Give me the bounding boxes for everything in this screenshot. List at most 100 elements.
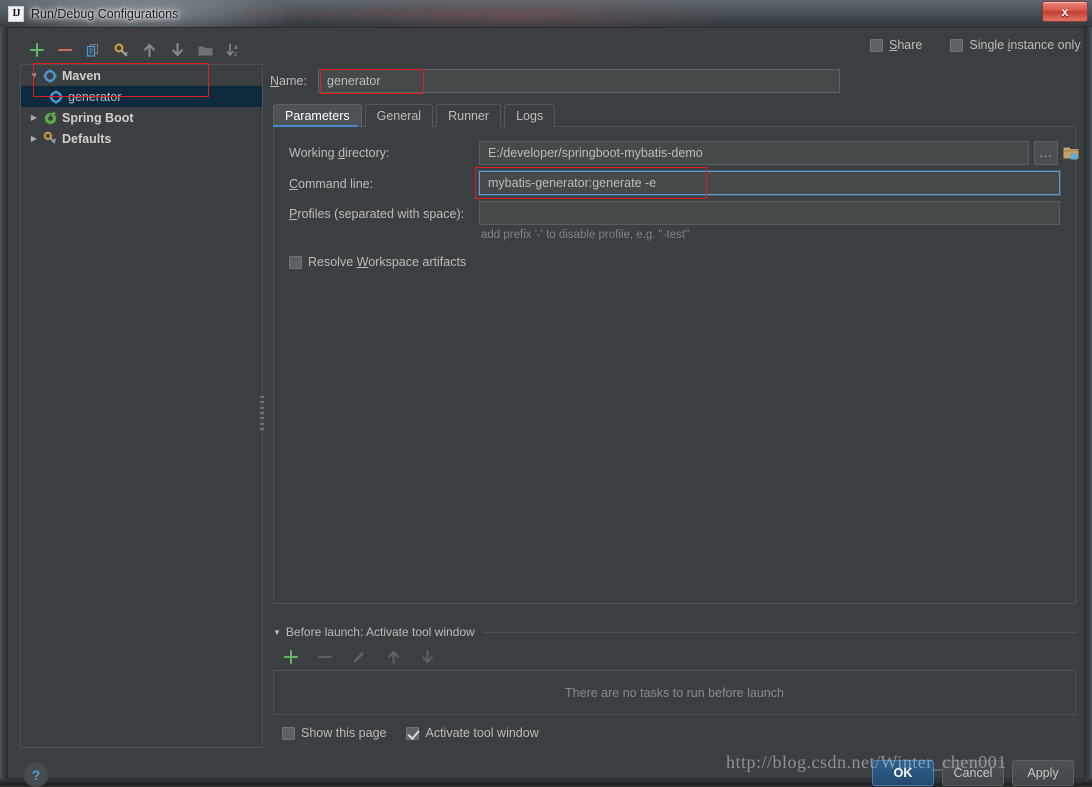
- tab-runner[interactable]: Runner: [436, 104, 502, 127]
- name-input[interactable]: [318, 69, 840, 93]
- working-directory-browse-button[interactable]: ...: [1034, 141, 1058, 165]
- spring-boot-icon: [41, 110, 59, 126]
- add-task-button[interactable]: [280, 646, 302, 668]
- tab-label: Logs: [516, 109, 544, 123]
- checkbox-box: [282, 726, 295, 740]
- checkbox-box: [406, 726, 420, 740]
- tree-item-label: Maven: [62, 68, 101, 83]
- tab-label: Runner: [448, 109, 490, 123]
- tree-toolbar: a z: [20, 36, 263, 64]
- before-launch-title: Before launch: Activate tool window: [285, 625, 475, 639]
- help-button[interactable]: ?: [24, 763, 48, 787]
- folder-open-icon[interactable]: [1062, 141, 1080, 165]
- command-line-input[interactable]: [479, 171, 1060, 195]
- splitter-grip: [260, 396, 264, 430]
- dialog-content: a z ▼ Maven generator ▶ Spring Boot ▶ De…: [7, 27, 1085, 787]
- chevron-right-icon[interactable]: ▶: [27, 134, 41, 143]
- checkbox-box: [870, 38, 883, 52]
- name-row: Name:: [270, 69, 1076, 93]
- tree-item-spring-boot[interactable]: ▶ Spring Boot: [21, 107, 262, 128]
- button-label: Apply: [1027, 766, 1059, 780]
- svg-text:z: z: [234, 52, 237, 57]
- before-launch-header[interactable]: ▼ Before launch: Activate tool window: [273, 624, 1076, 640]
- window-title: Run/Debug Configurations: [31, 6, 179, 21]
- section-divider: [482, 631, 1076, 633]
- configurations-panel: a z ▼ Maven generator ▶ Spring Boot ▶ De…: [20, 36, 263, 748]
- checkbox-box: [289, 255, 302, 269]
- single-instance-only-label: Single instance only: [969, 38, 1081, 52]
- show-this-page-checkbox[interactable]: Show this page: [282, 726, 386, 740]
- title-bar-left: IJ Run/Debug Configurations: [0, 0, 178, 27]
- remove-task-button[interactable]: [314, 646, 336, 668]
- profiles-hint: add prefix '-' to disable profile, e.g. …: [481, 229, 690, 241]
- move-task-down-button[interactable]: [416, 646, 438, 668]
- question-mark-icon: ?: [31, 767, 41, 783]
- command-line-label: Command line:: [289, 177, 374, 191]
- editor-tabs: Parameters General Runner Logs: [273, 102, 1076, 127]
- before-launch-task-list[interactable]: There are no tasks to run before launch: [273, 670, 1076, 715]
- window-left-edge: [0, 27, 7, 779]
- move-down-button[interactable]: [166, 39, 188, 61]
- move-task-up-button[interactable]: [382, 646, 404, 668]
- ok-button[interactable]: OK: [872, 760, 934, 786]
- button-label: Cancel: [953, 766, 993, 780]
- tree-item-generator[interactable]: generator: [21, 86, 262, 107]
- intellij-idea-icon: IJ: [8, 5, 24, 22]
- maven-gear-icon: [47, 89, 65, 105]
- move-up-button[interactable]: [138, 39, 160, 61]
- resolve-workspace-artifacts-label: Resolve Workspace artifacts: [308, 255, 467, 269]
- close-icon: x: [1061, 4, 1069, 19]
- copy-configuration-button[interactable]: [82, 39, 104, 61]
- tab-parameters[interactable]: Parameters: [273, 104, 362, 127]
- ellipsis-icon: ...: [1039, 146, 1053, 160]
- window-right-edge: [1085, 27, 1092, 779]
- background-ghost-text: Cannot Diagnostic: org.thinkhabits gener…: [245, 6, 571, 20]
- apply-button[interactable]: Apply: [1012, 760, 1074, 786]
- footer-buttons: OK Cancel Apply: [872, 760, 1074, 786]
- add-configuration-button[interactable]: [26, 39, 48, 61]
- cancel-button[interactable]: Cancel: [942, 760, 1004, 786]
- tab-general[interactable]: General: [364, 104, 434, 127]
- working-directory-label: Working directory:: [289, 146, 390, 160]
- defaults-wrench-icon: [41, 131, 59, 147]
- maven-gear-icon: [41, 68, 59, 84]
- checkbox-box: [950, 38, 964, 52]
- share-label: Share: [889, 38, 923, 52]
- remove-configuration-button[interactable]: [54, 39, 76, 61]
- tab-label: Parameters: [285, 109, 350, 123]
- new-folder-button[interactable]: [194, 39, 216, 61]
- sort-alphabetically-button[interactable]: a z: [222, 39, 244, 61]
- profiles-label: Profiles (separated with space):: [289, 207, 465, 221]
- share-checkbox[interactable]: Share: [870, 38, 922, 52]
- close-button[interactable]: x: [1042, 1, 1088, 22]
- before-launch-options: Show this page Activate tool window: [282, 726, 539, 740]
- button-label: OK: [893, 766, 913, 780]
- tree-item-maven[interactable]: ▼ Maven: [21, 65, 262, 86]
- resolve-workspace-artifacts-checkbox[interactable]: Resolve Workspace artifacts: [289, 255, 466, 269]
- tree-item-defaults[interactable]: ▶ Defaults: [21, 128, 262, 149]
- configuration-editor: Name: Share Single instance only Pa: [270, 36, 1081, 748]
- panel-splitter[interactable]: [257, 56, 267, 740]
- activate-tool-window-label: Activate tool window: [425, 726, 539, 740]
- name-label: Name:: [270, 74, 307, 88]
- top-options: Share Single instance only: [870, 38, 1081, 52]
- chevron-right-icon[interactable]: ▶: [27, 113, 41, 122]
- edit-defaults-settings-icon[interactable]: [110, 39, 132, 61]
- edit-task-pencil-icon[interactable]: [348, 646, 370, 668]
- tab-logs[interactable]: Logs: [504, 104, 556, 127]
- single-instance-only-checkbox[interactable]: Single instance only: [950, 38, 1081, 52]
- working-directory-input[interactable]: [479, 141, 1029, 165]
- svg-text:a: a: [234, 45, 238, 51]
- tree-item-label: generator: [68, 89, 122, 104]
- tree-item-label: Defaults: [62, 131, 112, 146]
- before-launch-toolbar: [280, 646, 438, 668]
- profiles-input[interactable]: [479, 201, 1060, 225]
- dialog-window: Cannot Diagnostic: org.thinkhabits gener…: [0, 0, 1092, 787]
- parameters-panel: Working directory: ... Command line:: [273, 127, 1079, 604]
- show-this-page-label: Show this page: [301, 726, 387, 740]
- chevron-down-icon[interactable]: ▼: [273, 628, 281, 637]
- chevron-down-icon[interactable]: ▼: [27, 71, 41, 80]
- configurations-tree[interactable]: ▼ Maven generator ▶ Spring Boot ▶ Defaul…: [20, 64, 263, 748]
- tab-label: General: [376, 109, 422, 123]
- activate-tool-window-checkbox[interactable]: Activate tool window: [406, 726, 539, 740]
